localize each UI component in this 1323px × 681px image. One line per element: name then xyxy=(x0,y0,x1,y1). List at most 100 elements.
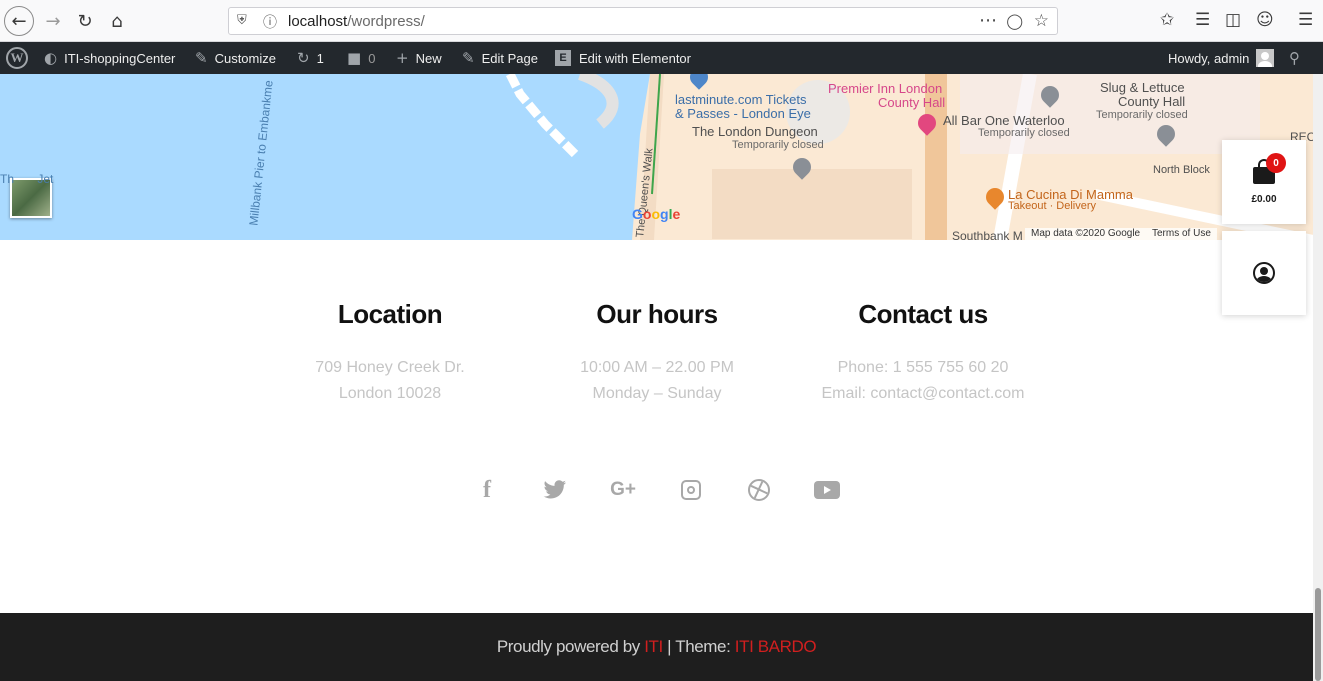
theme-link[interactable]: ITI BARDO xyxy=(735,637,817,656)
instagram-glyph xyxy=(681,480,701,500)
pencil-icon: ✎ xyxy=(462,49,475,67)
location-title: Location xyxy=(337,299,443,329)
instagram-icon[interactable] xyxy=(676,476,706,504)
info-icon[interactable]: ⓘ xyxy=(263,12,281,31)
comment-icon: ■ xyxy=(347,49,362,67)
page-actions-icon[interactable]: ⋯ xyxy=(979,10,997,31)
library-icon[interactable]: ☰ xyxy=(1195,10,1210,30)
iti-link[interactable]: ITI xyxy=(644,637,663,656)
customize-label: Customize xyxy=(214,50,276,66)
edit-page-label: Edit Page xyxy=(481,50,538,66)
user-circle-icon xyxy=(1253,262,1275,284)
river-thames xyxy=(0,74,650,240)
reload-button[interactable]: ↻ xyxy=(70,6,100,36)
plus-icon: + xyxy=(396,49,409,67)
updates-link[interactable]: ↻ 1 xyxy=(297,42,324,74)
scrollbar-thumb[interactable] xyxy=(1315,588,1321,681)
map-data-credit: Map data ©2020 Google xyxy=(1025,228,1147,240)
contact-title: Contact us xyxy=(858,299,988,329)
slug-label-1[interactable]: Slug & Lettuce xyxy=(1100,81,1185,95)
location-section: Location 709 Honey Creek Dr. London 1002… xyxy=(260,296,520,407)
mini-cart-widget[interactable]: 0 £0.00 xyxy=(1222,140,1306,224)
cart-count-badge: 0 xyxy=(1266,153,1286,173)
hours-title: Our hours xyxy=(596,299,718,329)
admin-search-icon[interactable]: ⚲ xyxy=(1289,42,1300,74)
comments-link[interactable]: ■ 0 xyxy=(347,42,375,74)
wp-logo-menu[interactable]: W xyxy=(6,42,28,74)
google-plus-icon[interactable]: G+ xyxy=(608,476,638,504)
edit-with-elementor-link[interactable]: E Edit with Elementor xyxy=(555,42,691,74)
home-button[interactable]: ⌂ xyxy=(102,6,132,36)
all-bar-one-status: Temporarily closed xyxy=(978,127,1070,139)
youtube-glyph xyxy=(814,481,840,499)
hours-line-2: Monday – Sunday xyxy=(592,385,722,402)
lastminute-label-2[interactable]: & Passes - London Eye xyxy=(675,107,811,121)
elementor-icon: E xyxy=(555,50,571,66)
contact-phone: Phone: 1 555 755 60 20 xyxy=(837,359,1009,376)
sidebar-icon[interactable]: ◫ xyxy=(1225,10,1241,30)
building-block xyxy=(712,169,912,239)
facebook-icon[interactable]: f xyxy=(472,476,502,504)
google-logo: Google xyxy=(632,206,681,222)
downloads-icon[interactable]: ✩ xyxy=(1160,10,1174,30)
powered-by-text: Proudly powered by xyxy=(496,637,640,656)
url-host: localhost xyxy=(288,13,348,30)
new-label: New xyxy=(415,50,442,66)
terms-of-use-link[interactable]: Terms of Use xyxy=(1146,228,1217,240)
my-account-menu[interactable]: Howdy, admin xyxy=(1168,42,1275,74)
customize-link[interactable]: ✎ Customize xyxy=(195,42,276,74)
slug-label-2[interactable]: County Hall xyxy=(1118,95,1185,109)
north-block-label: North Block xyxy=(1153,164,1210,176)
wp-admin-bar: W ◐ ITI-shoppingCenter ✎ Customize ↻ 1 ■… xyxy=(0,42,1323,74)
premier-inn-label-1[interactable]: Premier Inn London xyxy=(828,82,942,96)
shield-icon[interactable]: ⛨ xyxy=(237,13,251,29)
thames-jet-label: Th Jet xyxy=(0,172,54,186)
site-name-menu[interactable]: ◐ ITI-shoppingCenter xyxy=(44,42,175,74)
dungeon-status: Temporarily closed xyxy=(732,139,824,151)
footer-credit: Proudly powered by ITI | Theme: ITI BARD… xyxy=(0,637,1313,657)
account-icon[interactable]: ☺ xyxy=(1256,10,1274,30)
new-content-menu[interactable]: + New xyxy=(396,42,442,74)
premier-inn-label-2[interactable]: County Hall xyxy=(878,96,945,110)
contact-section: Contact us Phone: 1 555 755 60 20 Email:… xyxy=(793,296,1053,407)
url-path: /wordpress/ xyxy=(347,13,425,30)
dribbble-glyph xyxy=(748,479,770,501)
lastminute-label-1[interactable]: lastminute.com Tickets xyxy=(675,93,807,107)
comments-count: 0 xyxy=(368,50,376,66)
twitter-bird-shape xyxy=(543,480,567,499)
location-line-1: 709 Honey Creek Dr. xyxy=(315,359,465,376)
contact-email[interactable]: Email: contact@contact.com xyxy=(793,381,1053,407)
edit-elementor-label: Edit with Elementor xyxy=(579,50,691,66)
wordpress-icon: W xyxy=(6,47,28,69)
forward-button[interactable]: → xyxy=(38,6,68,36)
bookmark-star-icon[interactable]: ☆ xyxy=(1034,11,1049,31)
hours-section: Our hours 10:00 AM – 22.00 PM Monday – S… xyxy=(527,296,787,407)
browser-toolbar: ← → ↻ ⌂ ⛨ ⓘ localhost/wordpress/ ⋯ ◯ ☆ ✩… xyxy=(0,0,1323,42)
location-line-2: London 10028 xyxy=(338,385,442,402)
avatar xyxy=(1256,49,1275,67)
updates-count: 1 xyxy=(316,50,324,66)
account-widget[interactable] xyxy=(1222,231,1306,315)
site-name: ITI-shoppingCenter xyxy=(64,50,176,66)
page-scrollbar[interactable] xyxy=(1313,74,1323,681)
edit-page-link[interactable]: ✎ Edit Page xyxy=(462,42,538,74)
dungeon-label[interactable]: The London Dungeon xyxy=(692,125,818,139)
pocket-icon[interactable]: ◯ xyxy=(1006,12,1023,30)
google-map[interactable]: Th Jet Millbank Pier to Embankme The Que… xyxy=(0,74,1313,240)
address-bar[interactable]: ⛨ ⓘ localhost/wordpress/ ⋯ ◯ ☆ xyxy=(228,7,1058,35)
southbank-label: Southbank M xyxy=(952,229,1023,240)
dashboard-icon: ◐ xyxy=(44,49,58,67)
back-button[interactable]: ← xyxy=(4,6,34,36)
theme-separator: | Theme: xyxy=(667,637,731,656)
url-text[interactable]: localhost/wordpress/ xyxy=(288,13,425,30)
twitter-icon[interactable] xyxy=(540,476,570,504)
all-bar-one-label[interactable]: All Bar One Waterloo xyxy=(943,114,1065,128)
youtube-icon[interactable] xyxy=(812,476,842,504)
updates-icon: ↻ xyxy=(297,49,310,67)
cucina-sub-label: Takeout · Delivery xyxy=(1008,200,1097,212)
hours-line-1: 10:00 AM – 22.00 PM xyxy=(580,359,734,376)
slug-status: Temporarily closed xyxy=(1096,109,1188,121)
dribbble-icon[interactable] xyxy=(744,476,774,504)
cart-total: £0.00 xyxy=(1251,194,1277,205)
menu-icon[interactable]: ☰ xyxy=(1298,10,1313,30)
